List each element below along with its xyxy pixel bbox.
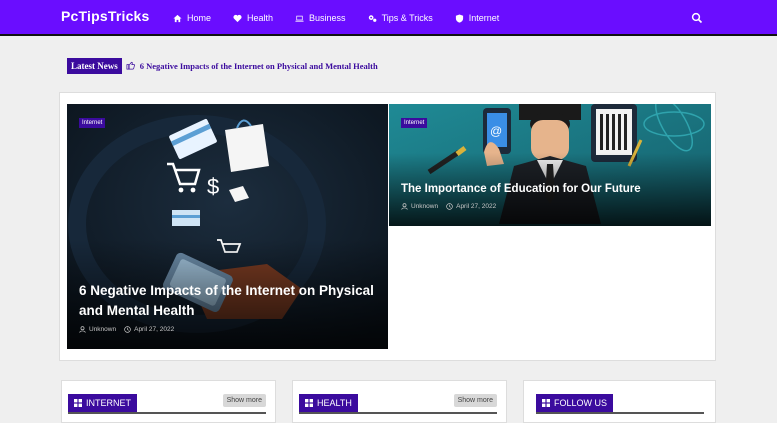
- author-name[interactable]: Unknown: [89, 326, 116, 333]
- clock-icon: [124, 326, 131, 333]
- ticker-label: Latest News: [67, 57, 122, 74]
- grid-icon: [74, 399, 82, 407]
- featured-card-secondary[interactable]: @ Internet The Importance of Education f…: [389, 104, 711, 226]
- article-title[interactable]: 6 Negative Impacts of the Internet on Ph…: [79, 281, 379, 321]
- clock-icon: [446, 203, 453, 210]
- category-tag[interactable]: Internet: [401, 118, 428, 128]
- author-name[interactable]: Unknown: [411, 203, 438, 210]
- grid-icon: [542, 399, 550, 407]
- widget-divider: [68, 412, 266, 414]
- grid-icon: [305, 399, 313, 407]
- nav-item-tips-tricks[interactable]: Tips & Tricks: [368, 13, 433, 23]
- post-date: April 27, 2022: [134, 326, 175, 333]
- widget-title-text: HEALTH: [317, 398, 352, 408]
- nav-label: Internet: [468, 13, 500, 23]
- shield-icon: [455, 13, 463, 23]
- widget-divider: [536, 412, 704, 414]
- show-more-button[interactable]: Show more: [222, 394, 266, 407]
- gears-icon: [368, 14, 376, 22]
- nav-label: Health: [247, 13, 274, 23]
- show-more-button[interactable]: Show more: [453, 394, 497, 407]
- hand-point-icon: [126, 61, 135, 70]
- category-tag[interactable]: Internet: [79, 118, 106, 128]
- site-logo[interactable]: PcTipsTricks: [61, 8, 150, 24]
- user-icon: [79, 326, 86, 333]
- article-meta: Unknown April 27, 2022: [79, 326, 174, 333]
- widget-title-text: FOLLOW US: [554, 398, 608, 408]
- laptop-icon: [295, 15, 304, 22]
- widget-title: FOLLOW US: [536, 394, 614, 412]
- main-nav: Home Health Business Tips & Tricks Inter…: [173, 0, 521, 36]
- post-date: April 27, 2022: [456, 203, 497, 210]
- nav-label: Home: [187, 13, 212, 23]
- widget-title: INTERNET: [68, 394, 137, 412]
- widget-title: HEALTH: [299, 394, 358, 412]
- user-icon: [401, 203, 408, 210]
- featured-card-main[interactable]: $ Internet 6 Negative Impacts of the Int…: [67, 104, 388, 349]
- home-icon: [173, 14, 182, 22]
- nav-item-internet[interactable]: Internet: [455, 13, 500, 23]
- nav-item-business[interactable]: Business: [295, 13, 346, 23]
- search-icon[interactable]: [691, 12, 703, 24]
- nav-item-home[interactable]: Home: [173, 13, 211, 23]
- nav-item-health[interactable]: Health: [233, 13, 273, 23]
- news-ticker: Latest News 6 Negative Impacts of the In…: [67, 57, 378, 74]
- article-title[interactable]: The Importance of Education for Our Futu…: [401, 181, 701, 197]
- widget-title-text: INTERNET: [86, 398, 131, 408]
- ticker-headline[interactable]: 6 Negative Impacts of the Internet on Ph…: [140, 61, 378, 71]
- top-navbar: PcTipsTricks Home Health Business Tips &…: [0, 0, 777, 36]
- nav-label: Tips & Tricks: [381, 13, 433, 23]
- nav-label: Business: [309, 13, 346, 23]
- widget-divider: [299, 412, 497, 414]
- article-meta: Unknown April 27, 2022: [401, 203, 496, 210]
- heart-icon: [233, 14, 242, 22]
- widget-health: HEALTH Show more: [292, 380, 507, 423]
- widget-follow-us: FOLLOW US: [523, 380, 716, 423]
- widget-internet: INTERNET Show more: [61, 380, 276, 423]
